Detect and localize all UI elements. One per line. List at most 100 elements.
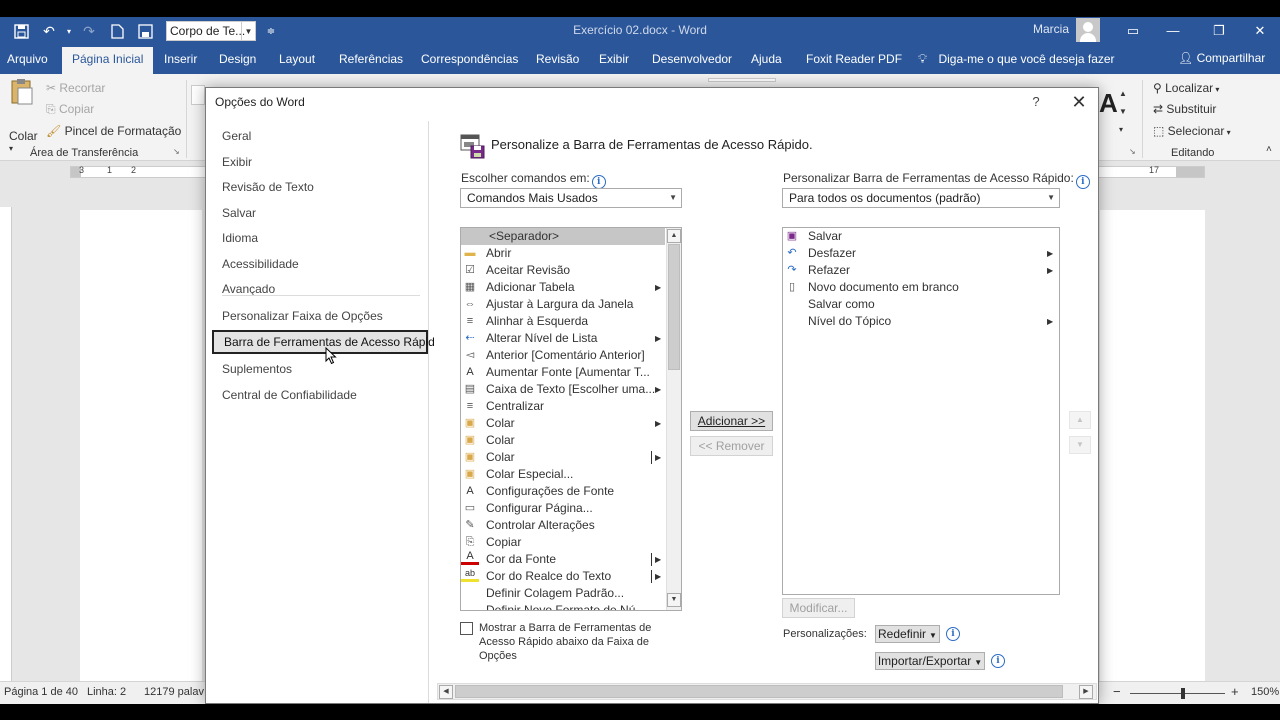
command-list-item[interactable]: ▣ Colar Especial... (461, 466, 665, 483)
reset-button[interactable]: Redefinir ▼ (875, 625, 940, 643)
scrollbar-thumb[interactable] (455, 685, 1063, 698)
command-list-item[interactable]: ▣ Colar (461, 432, 665, 449)
nav-item-suplementos[interactable]: Suplementos (209, 357, 426, 381)
paste-button[interactable]: Colar (9, 129, 38, 143)
command-list-item[interactable]: Definir Colagem Padrão... (461, 585, 665, 602)
tab-correspondencias[interactable]: Correspondências (421, 52, 518, 66)
scroll-up-icon[interactable]: ▲ (667, 229, 681, 243)
more-styles-icon[interactable]: ▾ (1119, 125, 1123, 134)
commands-list-scrollbar[interactable]: ▲ ▼ (666, 228, 681, 610)
command-list-item[interactable]: ◅ Anterior [Comentário Anterior] (461, 347, 665, 364)
qat-list-item[interactable]: ▣ Salvar (783, 228, 1059, 245)
tab-arquivo[interactable]: Arquivo (7, 52, 48, 66)
tab-exibir[interactable]: Exibir (599, 52, 629, 66)
qat-list-item[interactable]: ▯ Novo documento em branco (783, 279, 1059, 296)
zoom-slider[interactable] (1130, 693, 1225, 694)
command-list-item[interactable]: ▦ Adicionar Tabela ▶ (461, 279, 665, 296)
tab-layout[interactable]: Layout (279, 52, 315, 66)
chevron-down-icon[interactable]: ▾ (9, 144, 13, 153)
command-list-item[interactable]: A Cor da Fonte ▶ (461, 550, 665, 568)
vertical-ruler[interactable] (0, 207, 12, 687)
format-painter-button[interactable]: 🖌︎ Pincel de Formatação (46, 124, 181, 138)
modify-button[interactable]: Modificar... (782, 598, 855, 618)
show-below-ribbon-checkbox[interactable] (460, 622, 473, 635)
commands-list[interactable]: ▲ ▼ <Separador> ▬ Abrir ☑ Aceitar Revisão ▦ Ad… (460, 227, 682, 611)
command-list-item[interactable]: ▭ Configurar Página... (461, 500, 665, 517)
nav-item-exibir[interactable]: Exibir (209, 150, 426, 174)
nav-item-barra-acesso-rapido[interactable]: Barra de Ferramentas de Acesso Rápido (212, 330, 441, 354)
document-page[interactable] (80, 210, 202, 690)
cut-button[interactable]: ✂︎ Recortar (46, 81, 105, 95)
choose-commands-dropdown[interactable]: Comandos Mais Usados ▼ (460, 188, 682, 208)
tab-design[interactable]: Design (219, 52, 256, 66)
customize-qat-icon[interactable]: ≑ (258, 20, 284, 42)
style-gallery-partial[interactable] (708, 78, 776, 82)
info-icon[interactable]: i (591, 175, 606, 189)
find-button[interactable]: ⚲ Localizar ▾ (1153, 81, 1219, 95)
command-list-item[interactable]: ⎘ Copiar (461, 534, 665, 551)
info-icon[interactable]: i (991, 654, 1005, 668)
font-box-partial[interactable] (191, 85, 205, 105)
nav-item-revisao-de-texto[interactable]: Revisão de Texto (209, 175, 426, 199)
line-number[interactable]: Linha: 2 (87, 686, 126, 698)
command-list-item[interactable]: A Aumentar Fonte [Aumentar T... (461, 364, 665, 381)
chevron-down-icon[interactable]: ▾ (64, 20, 74, 42)
redo-icon[interactable]: ↷ (76, 20, 102, 42)
close-icon[interactable]: ✕ (1068, 91, 1090, 113)
qat-list-item[interactable]: Salvar como (783, 296, 1059, 313)
help-icon[interactable]: ? (1026, 92, 1046, 112)
command-list-item[interactable]: ▣ Colar ▶ (461, 415, 665, 432)
user-name[interactable]: Marcia (1033, 22, 1069, 36)
qat-list-item[interactable]: ↷ Refazer ▶ (783, 262, 1059, 279)
qat-items-list[interactable]: ▣ Salvar ↶ Desfazer ▶ ↷ Refazer ▶ ▯ Novo document… (782, 227, 1060, 595)
scroll-left-icon[interactable]: ◀ (439, 685, 453, 699)
dialog-launcher-icon[interactable]: ↘ (173, 147, 180, 156)
command-list-item[interactable]: ▣ Colar ▶ (461, 449, 665, 466)
word-count[interactable]: 12179 palav (144, 686, 204, 698)
nav-item-acessibilidade[interactable]: Acessibilidade (209, 252, 426, 276)
zoom-in-button[interactable]: + (1231, 684, 1239, 699)
scroll-right-icon[interactable]: ▶ (1079, 685, 1093, 699)
style-selector[interactable]: Corpo de Te... ▼ (166, 21, 256, 41)
command-list-item[interactable]: ab Cor do Realce do Texto ▶ (461, 568, 665, 585)
tab-revisao[interactable]: Revisão (536, 52, 579, 66)
minimize-button[interactable]: — (1150, 17, 1196, 44)
horizontal-scrollbar[interactable]: ◀ ▶ (437, 683, 1097, 700)
document-page[interactable] (1100, 210, 1205, 690)
dialog-launcher-icon[interactable]: ↘ (1129, 147, 1136, 156)
chevron-down-icon[interactable]: ▼ (1119, 107, 1127, 116)
command-list-item[interactable]: ⇠ Alterar Nível de Lista ▶ (461, 330, 665, 347)
save-icon[interactable] (8, 20, 34, 42)
nav-item-central-de-confiabilidade[interactable]: Central de Confiabilidade (209, 383, 426, 407)
qat-list-item[interactable]: ↶ Desfazer ▶ (783, 245, 1059, 262)
import-export-button[interactable]: Importar/Exportar ▼ (875, 652, 985, 670)
command-list-item[interactable]: ⇔ Ajustar à Largura da Janela (461, 296, 665, 313)
select-button[interactable]: ⬚ Selecionar ▾ (1153, 124, 1231, 138)
command-list-item[interactable]: Definir Novo Formato de Nú... (461, 602, 665, 610)
command-list-item[interactable]: A Configurações de Fonte (461, 483, 665, 500)
nav-item-idioma[interactable]: Idioma (209, 226, 426, 250)
nav-item-avancado[interactable]: Avançado (209, 277, 426, 301)
tab-desenvolvedor[interactable]: Desenvolvedor (652, 52, 732, 66)
add-button[interactable]: Adicionar >> (690, 411, 773, 431)
paste-icon[interactable] (10, 78, 34, 106)
close-window-button[interactable]: ✕ (1237, 17, 1280, 44)
command-list-item[interactable]: ▬ Abrir (461, 245, 665, 262)
nav-item-personalizar-faixa[interactable]: Personalizar Faixa de Opções (209, 304, 426, 328)
zoom-slider-thumb[interactable] (1181, 688, 1185, 699)
move-down-button[interactable]: ▼ (1069, 436, 1091, 454)
replace-button[interactable]: ⇄ Substituir (1153, 102, 1216, 116)
command-list-item[interactable]: ≡ Centralizar (461, 398, 665, 415)
command-list-item[interactable]: ≡ Alinhar à Esquerda (461, 313, 665, 330)
info-icon[interactable]: i (946, 627, 960, 641)
nav-item-geral[interactable]: Geral (209, 124, 426, 148)
customize-qat-dropdown[interactable]: Para todos os documentos (padrão) ▼ (782, 188, 1060, 208)
collapse-ribbon-icon[interactable]: ˄ (1266, 144, 1272, 155)
tab-inserir[interactable]: Inserir (164, 52, 197, 66)
tab-pagina-inicial[interactable]: Página Inicial (62, 47, 154, 74)
new-document-icon[interactable] (104, 20, 130, 42)
chevron-down-icon[interactable]: ▼ (241, 22, 255, 40)
info-icon[interactable]: i (1075, 175, 1090, 189)
document-scrollbar[interactable] (1264, 161, 1280, 686)
command-list-item[interactable]: <Separador> (461, 228, 665, 245)
